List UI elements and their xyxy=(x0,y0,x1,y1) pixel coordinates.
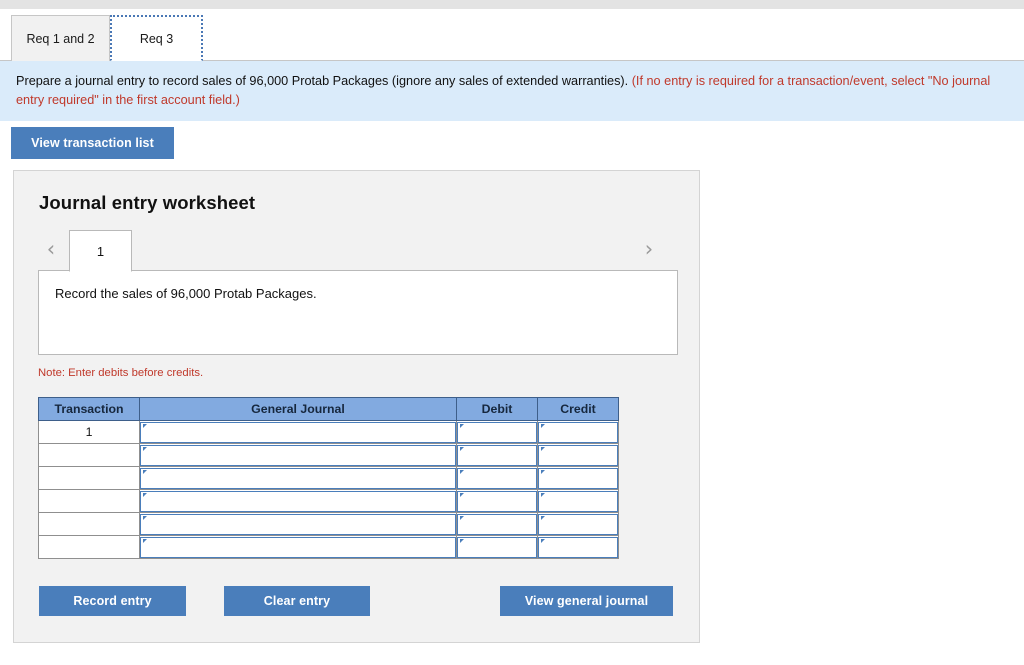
column-header-general-journal: General Journal xyxy=(139,397,457,421)
debit-input-cell xyxy=(456,443,538,467)
table-row xyxy=(38,489,619,513)
table-row xyxy=(38,512,619,536)
worksheet-pager: ‹ 1 › xyxy=(38,228,678,272)
general-journal-input[interactable] xyxy=(140,444,456,466)
transaction-number-cell xyxy=(38,535,140,559)
column-header-debit: Debit xyxy=(456,397,538,421)
table-header-row: Transaction General Journal Debit Credit xyxy=(38,397,619,421)
general-journal-input-cell xyxy=(139,512,457,536)
debit-input-cell xyxy=(456,512,538,536)
debit-input-cell xyxy=(456,466,538,490)
top-gray-strip xyxy=(0,0,1024,9)
general-journal-input-cell xyxy=(139,420,457,444)
journal-entry-table: Transaction General Journal Debit Credit… xyxy=(38,397,619,559)
credit-input[interactable] xyxy=(538,513,618,535)
credit-input-cell xyxy=(537,466,619,490)
general-journal-input[interactable] xyxy=(140,467,456,489)
credit-input[interactable] xyxy=(538,536,618,558)
journal-table-body: 1 xyxy=(38,420,619,559)
general-journal-input-cell xyxy=(139,489,457,513)
credit-input[interactable] xyxy=(538,467,618,489)
table-row xyxy=(38,443,619,467)
instruction-main-text: Prepare a journal entry to record sales … xyxy=(16,74,632,88)
requirement-tabstrip: Req 1 and 2 Req 3 xyxy=(0,9,1024,61)
debit-input[interactable] xyxy=(457,490,537,512)
transaction-number-cell xyxy=(38,443,140,467)
tab-req-1-and-2-label: Req 1 and 2 xyxy=(26,31,95,46)
credit-input[interactable] xyxy=(538,444,618,466)
record-entry-button[interactable]: Record entry xyxy=(39,586,186,616)
chevron-right-icon[interactable]: › xyxy=(636,234,662,264)
worksheet-page-number: 1 xyxy=(96,243,105,259)
tab-req-3[interactable]: Req 3 xyxy=(110,15,203,61)
credit-input-cell xyxy=(537,489,619,513)
debit-input-cell xyxy=(456,420,538,444)
general-journal-input-cell xyxy=(139,535,457,559)
journal-entry-worksheet-panel: Journal entry worksheet ‹ 1 › Record the… xyxy=(13,170,700,643)
general-journal-input[interactable] xyxy=(140,536,456,558)
table-row xyxy=(38,535,619,559)
table-row xyxy=(38,466,619,490)
debit-input[interactable] xyxy=(457,467,537,489)
general-journal-input[interactable] xyxy=(140,421,456,443)
debits-before-credits-note: Note: Enter debits before credits. xyxy=(38,367,204,379)
general-journal-input-cell xyxy=(139,466,457,490)
credit-input[interactable] xyxy=(538,490,618,512)
column-header-credit: Credit xyxy=(537,397,619,421)
general-journal-input[interactable] xyxy=(140,490,456,512)
tab-req-1-and-2[interactable]: Req 1 and 2 xyxy=(11,15,110,61)
worksheet-title: Journal entry worksheet xyxy=(39,192,256,213)
transaction-number-cell xyxy=(38,512,140,536)
general-journal-input[interactable] xyxy=(140,513,456,535)
tab-req-3-label: Req 3 xyxy=(139,31,174,46)
column-header-transaction: Transaction xyxy=(38,397,140,421)
chevron-left-icon[interactable]: ‹ xyxy=(38,234,64,264)
credit-input-cell xyxy=(537,535,619,559)
debit-input[interactable] xyxy=(457,444,537,466)
transaction-number-cell xyxy=(38,466,140,490)
credit-input-cell xyxy=(537,420,619,444)
credit-input-cell xyxy=(537,443,619,467)
transaction-description-box: Record the sales of 96,000 Protab Packag… xyxy=(38,270,678,355)
debit-input[interactable] xyxy=(457,536,537,558)
instruction-banner: Prepare a journal entry to record sales … xyxy=(0,61,1024,122)
transaction-number-cell xyxy=(38,489,140,513)
clear-entry-button[interactable]: Clear entry xyxy=(224,586,370,616)
debit-input[interactable] xyxy=(457,513,537,535)
worksheet-page-tab-1[interactable]: 1 xyxy=(69,230,132,272)
general-journal-input-cell xyxy=(139,443,457,467)
view-transaction-list-button[interactable]: View transaction list xyxy=(11,127,174,159)
view-general-journal-button[interactable]: View general journal xyxy=(500,586,673,616)
table-row: 1 xyxy=(38,420,619,444)
transaction-description-text: Record the sales of 96,000 Protab Packag… xyxy=(55,286,317,301)
debit-input-cell xyxy=(456,489,538,513)
debit-input-cell xyxy=(456,535,538,559)
debit-input[interactable] xyxy=(457,421,537,443)
credit-input-cell xyxy=(537,512,619,536)
credit-input[interactable] xyxy=(538,421,618,443)
transaction-number-cell: 1 xyxy=(38,420,140,444)
